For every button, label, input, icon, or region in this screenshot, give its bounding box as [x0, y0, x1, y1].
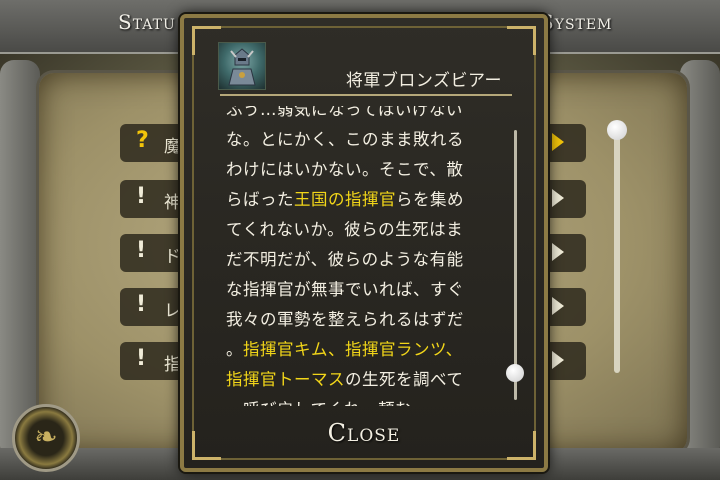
- exclamation-mark-icon: !: [136, 346, 147, 371]
- dialog-text: 。: [226, 340, 243, 359]
- arrow-right-icon: [552, 297, 564, 315]
- frame-corner-ornament: [507, 431, 536, 460]
- dialog-scroll-thumb[interactable]: [506, 364, 524, 382]
- quest-title: 魔: [164, 137, 181, 157]
- frame-corner-ornament: [507, 26, 536, 55]
- dialog-line: 我々の軍勢を整えられるはずだ: [226, 306, 498, 336]
- armored-general-portrait-icon: [218, 42, 266, 90]
- dialog-line: らばった王国の指揮官らを集め: [226, 186, 498, 216]
- quest-title: ド: [164, 247, 181, 267]
- dialog-text: らばった: [226, 190, 294, 209]
- quest-scroll-track[interactable]: [614, 128, 620, 373]
- dialog-text: だ不明だが、彼らのような有能: [226, 250, 464, 269]
- dialog-text: な。とにかく、このまま敗れる: [226, 130, 464, 149]
- dialog-text: の生死を調べて: [345, 370, 464, 389]
- dragon-emblem-icon[interactable]: ❧: [12, 404, 80, 472]
- arrow-right-icon: [552, 351, 564, 369]
- dialog-line: な。とにかく、このまま敗れる: [226, 126, 498, 156]
- dialog-text: ふう…弱気になってはいけない: [226, 106, 463, 119]
- exclamation-mark-icon: !: [136, 238, 147, 263]
- dialog-text: な指揮官が無事でいれば、すぐ: [226, 280, 464, 299]
- dialog-window: 将軍ブロンズビアー ふう…弱気になってはいけないな。とにかく、このまま敗れる わけ…: [180, 14, 548, 472]
- question-mark-icon: ?: [136, 128, 149, 153]
- exclamation-mark-icon: !: [136, 184, 147, 209]
- arrow-right-icon: [552, 189, 564, 207]
- dialog-line: てくれないか。彼らの生死はま: [226, 216, 498, 246]
- frame-corner-ornament: [192, 431, 221, 460]
- dialog-line: わけにはいかない。そこで、散: [226, 156, 498, 186]
- speaker-divider: [220, 94, 512, 96]
- highlighted-keyword: 指揮官キム、指揮官ランツ、: [243, 340, 463, 359]
- dialog-line: だ不明だが、彼らのような有能: [226, 246, 498, 276]
- quest-title: レ: [164, 301, 181, 321]
- quest-title: 神: [164, 193, 181, 213]
- arrow-right-icon: [552, 133, 564, 151]
- quest-scroll-thumb[interactable]: [607, 120, 627, 140]
- dialog-line: 。指揮官キム、指揮官ランツ、: [226, 336, 498, 366]
- close-button[interactable]: Close: [304, 414, 424, 452]
- dialog-scroll-track[interactable]: [514, 130, 517, 400]
- dialog-text: 、呼び戻してくれ。頼む。: [226, 400, 429, 406]
- frame-corner-ornament: [192, 26, 221, 55]
- quest-title: 指: [164, 355, 181, 375]
- highlighted-keyword: 王国の指揮官: [294, 190, 396, 209]
- left-frame-ornament: [0, 60, 40, 460]
- dialog-text: てくれないか。彼らの生死はま: [226, 220, 464, 239]
- speaker-name: 将軍ブロンズビアー: [345, 71, 502, 91]
- arrow-right-icon: [552, 243, 564, 261]
- dialog-text: 我々の軍勢を整えられるはずだ: [226, 310, 464, 329]
- dialog-text: らを集め: [396, 190, 464, 209]
- dialog-line: 、呼び戻してくれ。頼む。: [226, 396, 498, 406]
- tab-system[interactable]: System: [540, 10, 612, 40]
- highlighted-keyword: 指揮官トーマス: [226, 370, 345, 389]
- dialog-line: 指揮官トーマスの生死を調べて: [226, 366, 498, 396]
- dialog-line: ふう…弱気になってはいけない: [226, 106, 498, 126]
- dialog-line: な指揮官が無事でいれば、すぐ: [226, 276, 498, 306]
- dialog-text: わけにはいかない。そこで、散: [226, 160, 464, 179]
- exclamation-mark-icon: !: [136, 292, 147, 317]
- tab-status[interactable]: Statu: [118, 10, 176, 40]
- dialog-text-area[interactable]: ふう…弱気になってはいけないな。とにかく、このまま敗れる わけにはいかない。そこで…: [226, 106, 498, 406]
